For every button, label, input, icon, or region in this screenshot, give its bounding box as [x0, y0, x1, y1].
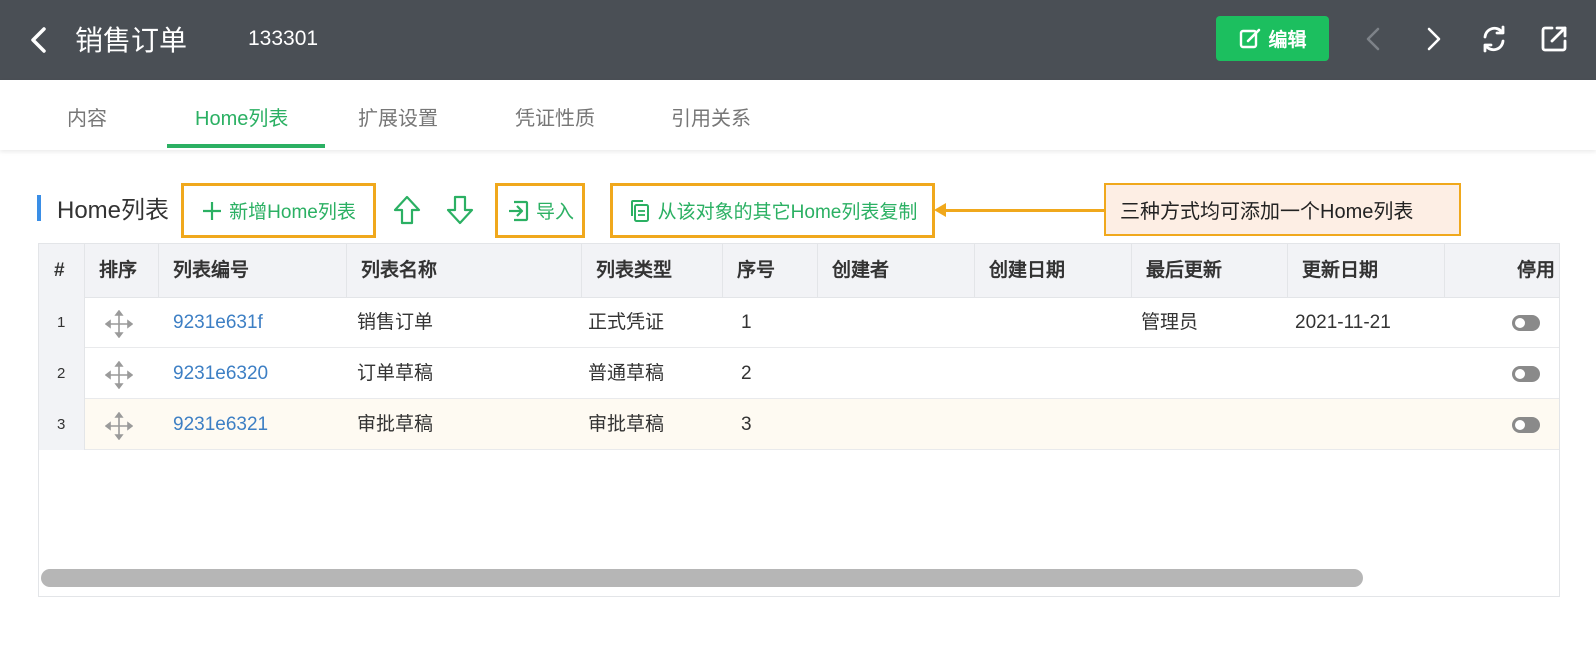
drag-handle-icon[interactable]: [105, 412, 133, 440]
row-index-cell: 3: [39, 399, 85, 450]
table-row[interactable]: 1 9231e631f 销售订单 正式凭证 1 管理员 2021-11-21: [39, 297, 1559, 348]
last-updater: 管理员: [1141, 312, 1199, 333]
edit-label: 编辑: [1268, 30, 1307, 51]
column-disabled[interactable]: 停用: [1445, 244, 1559, 297]
list-type: 正式凭证: [588, 312, 665, 333]
column-index: #: [39, 244, 85, 297]
prev-record-icon[interactable]: [1357, 22, 1391, 56]
share-icon[interactable]: [1537, 22, 1571, 56]
copy-icon: [630, 199, 649, 222]
tab-bar: 内容 Home列表 扩展设置 凭证性质 引用关系: [0, 80, 1596, 150]
list-code-link[interactable]: 9231e631f: [173, 297, 263, 348]
disabled-toggle[interactable]: [1512, 315, 1540, 331]
list-type: 普通草稿: [588, 363, 665, 384]
list-name: 订单草稿: [357, 363, 434, 384]
edit-button[interactable]: 编辑: [1216, 16, 1329, 61]
section-title: Home列表: [57, 197, 170, 224]
home-list-table: # 排序 列表编号 列表名称 列表类型 序号 创建者 创建日期 最后更新 更新日…: [38, 243, 1560, 597]
row-index-cell: 2: [39, 348, 85, 399]
table-row[interactable]: 2 9231e6320 订单草稿 普通草稿 2: [39, 348, 1559, 399]
tab-content[interactable]: 内容: [67, 102, 107, 131]
callout-connector: [944, 209, 1104, 212]
list-name: 销售订单: [357, 312, 434, 333]
copy-label: 从该对象的其它Home列表复制: [657, 202, 918, 223]
section-marker: [37, 195, 41, 221]
move-down-icon[interactable]: [445, 194, 475, 226]
drag-handle-icon[interactable]: [105, 361, 133, 389]
back-chevron-icon[interactable]: [22, 22, 58, 58]
import-label: 导入: [535, 202, 574, 223]
refresh-icon[interactable]: [1477, 22, 1511, 56]
tab-voucher-nature[interactable]: 凭证性质: [515, 102, 595, 131]
column-last-updater[interactable]: 最后更新: [1132, 244, 1288, 297]
row-index: 3: [57, 416, 66, 433]
add-home-list-label: 新增Home列表: [229, 202, 356, 223]
plus-icon: [203, 201, 222, 220]
active-tab-indicator: [167, 144, 325, 148]
column-creator[interactable]: 创建者: [818, 244, 975, 297]
tab-references[interactable]: 引用关系: [671, 102, 751, 131]
document-number: 133301: [248, 27, 319, 50]
page-title: 销售订单: [75, 25, 188, 56]
table-header: # 排序 列表编号 列表名称 列表类型 序号 创建者 创建日期 最后更新 更新日…: [39, 244, 1559, 298]
top-bar: 销售订单 133301 编辑: [0, 0, 1596, 80]
column-list-code[interactable]: 列表编号: [159, 244, 347, 297]
list-type: 审批草稿: [588, 414, 665, 435]
annotation-callout: 三种方式均可添加一个Home列表: [1104, 183, 1461, 236]
move-up-icon[interactable]: [392, 194, 422, 226]
list-name: 审批草稿: [357, 414, 434, 435]
column-list-name[interactable]: 列表名称: [347, 244, 582, 297]
horizontal-scrollbar-thumb[interactable]: [41, 569, 1363, 587]
column-created-date[interactable]: 创建日期: [975, 244, 1132, 297]
row-index: 1: [57, 314, 66, 331]
add-home-list-button[interactable]: 新增Home列表: [181, 183, 376, 238]
list-code-link[interactable]: 9231e6321: [173, 399, 268, 450]
import-button[interactable]: 导入: [495, 183, 585, 238]
column-sort: 排序: [85, 244, 159, 297]
edit-icon: [1240, 28, 1261, 48]
sequence: 3: [741, 414, 752, 435]
tab-extended-settings[interactable]: 扩展设置: [358, 102, 438, 131]
column-list-type[interactable]: 列表类型: [582, 244, 723, 297]
sequence: 2: [741, 363, 752, 384]
tab-home-list[interactable]: Home列表: [195, 102, 288, 131]
table-row[interactable]: 3 9231e6321 审批草稿 审批草稿 3: [39, 399, 1559, 450]
copy-from-other-list-button[interactable]: 从该对象的其它Home列表复制: [610, 183, 935, 238]
next-record-icon[interactable]: [1416, 22, 1450, 56]
row-index-cell: 1: [39, 297, 85, 348]
row-index: 2: [57, 365, 66, 382]
disabled-toggle[interactable]: [1512, 417, 1540, 433]
list-code-link[interactable]: 9231e6320: [173, 348, 268, 399]
sequence: 1: [741, 312, 752, 333]
drag-handle-icon[interactable]: [105, 310, 133, 338]
disabled-toggle[interactable]: [1512, 366, 1540, 382]
column-updated-date[interactable]: 更新日期: [1288, 244, 1445, 297]
import-icon: [508, 200, 529, 221]
column-sequence[interactable]: 序号: [723, 244, 818, 297]
updated-date: 2021-11-21: [1295, 312, 1391, 333]
